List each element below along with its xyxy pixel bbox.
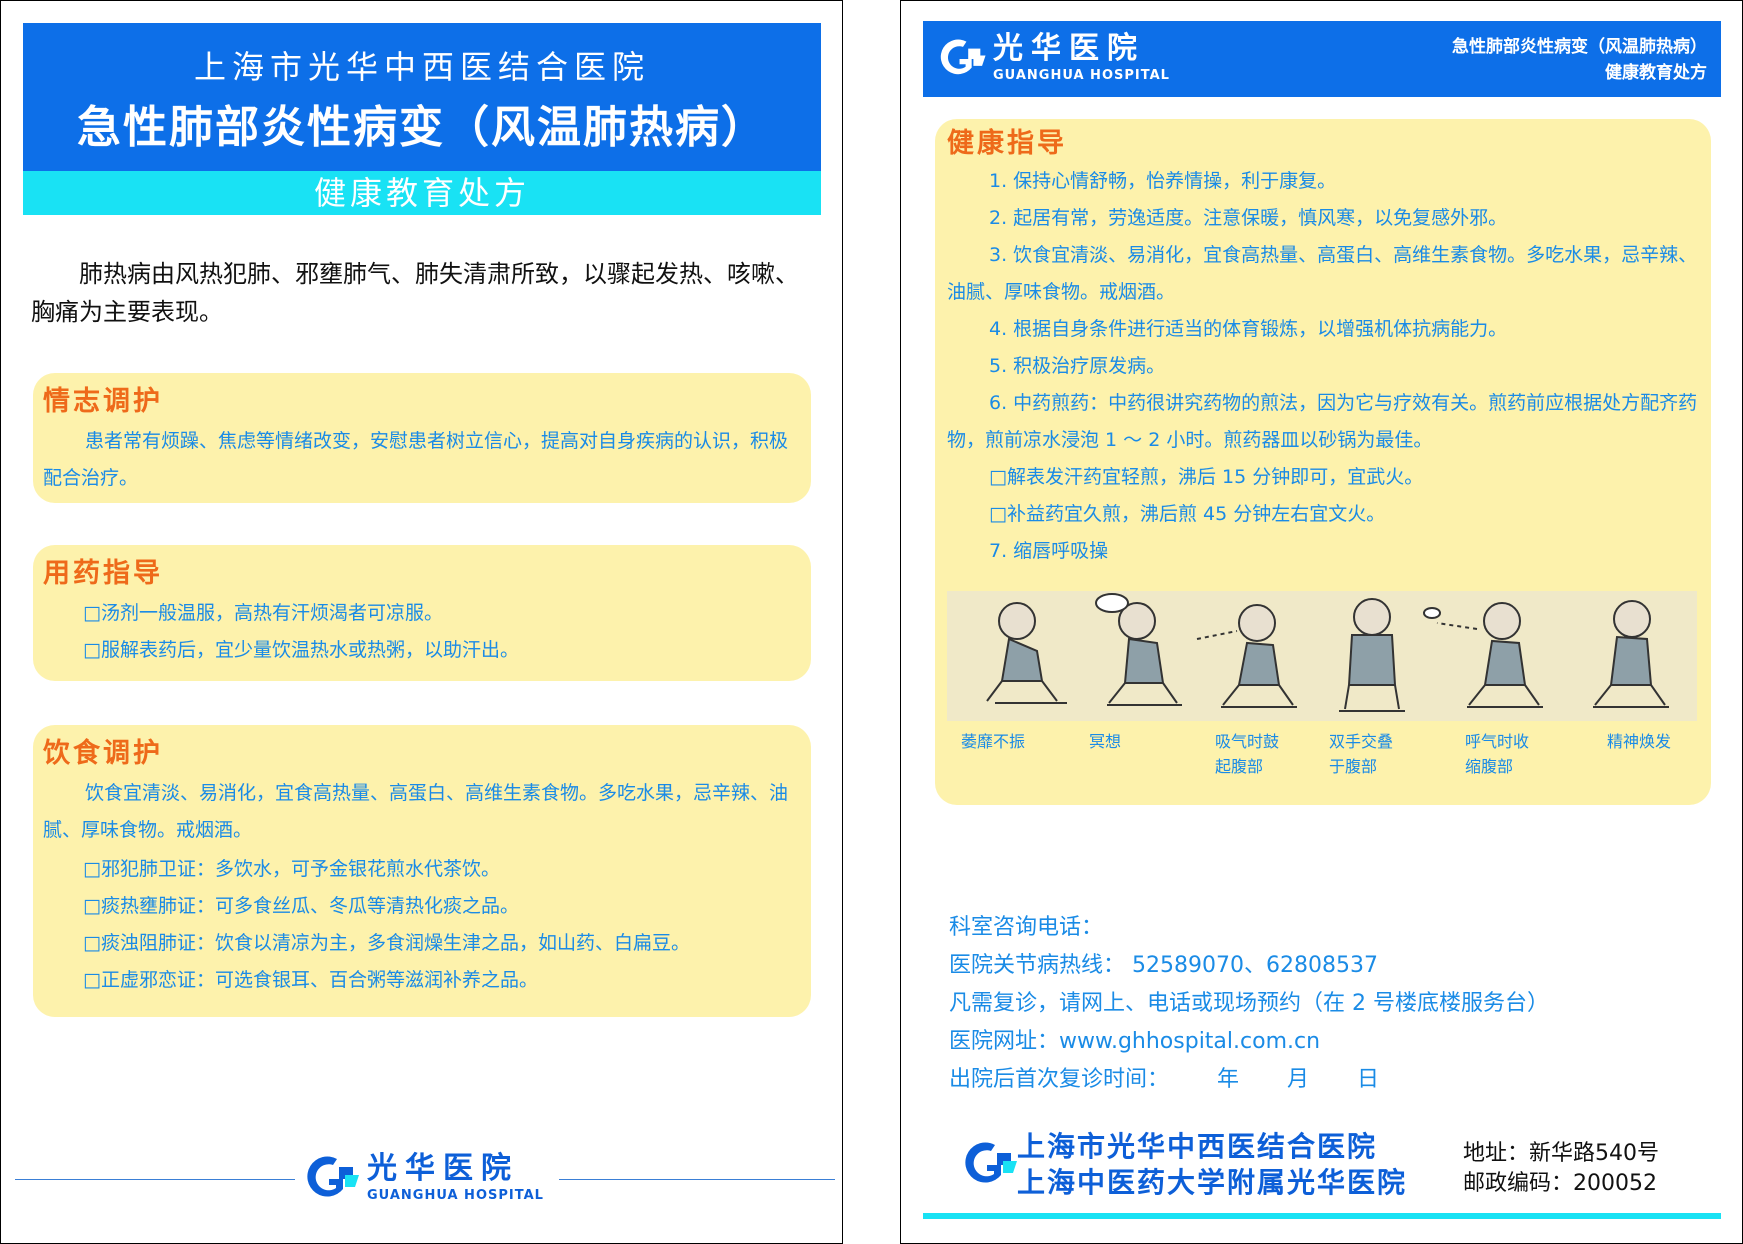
footer-rule-right — [559, 1179, 835, 1180]
emotion-care-box: 情志调护 患者常有烦躁、焦虑等情绪改变，安慰患者树立信心，提高对自身疾病的认识，… — [33, 373, 811, 503]
followup-date: 出院后首次复诊时间： 年 月 日 — [949, 1061, 1549, 1099]
section-text: 饮食宜清淡、易消化，宜食高热量、高蛋白、高维生素食物。多吃水果，忌辛辣、油腻、厚… — [43, 782, 789, 841]
caption-line: 双手交叠 — [1329, 732, 1394, 751]
guide-item: 6. 中药煎药：中药很讲究药物的煎法，因为它与疗效有关。煎药前应根据处方配齐药物… — [947, 392, 1698, 451]
left-page: 上海市光华中西医结合医院 急性肺部炎性病变（风温肺热病） 健康教育处方 肺热病由… — [0, 0, 843, 1244]
caption-line: 吸气时鼓 — [1215, 732, 1280, 751]
address-block: 地址：新华路540号 邮政编码：200052 — [1463, 1139, 1659, 1199]
bottom-cyan-rule — [923, 1213, 1721, 1219]
guide-item: 3. 饮食宜清淡、易消化，宜食高热量、高蛋白、高维生素食物。多吃水果，忌辛辣、油… — [947, 244, 1698, 303]
header-banner: 光华医院 GUANGHUA HOSPITAL 急性肺部炎性病变（风温肺热病） 健… — [923, 21, 1721, 97]
figure-caption: 冥想 — [1089, 729, 1199, 754]
address: 地址：新华路540号 — [1463, 1141, 1659, 1166]
appointment-note: 凡需复诊，请网上、电话或现场预约（在 2 号楼底楼服务台） — [949, 991, 1549, 1016]
hospital-name: 上海市光华中西医结合医院 — [193, 48, 650, 86]
seated-figures-image — [986, 593, 1669, 712]
hospital-logo-icon — [965, 1142, 1017, 1183]
guide-item: 2. 起居有常，劳逸适度。注意保暖，慎风寒，以免复感外邪。 — [989, 207, 1508, 229]
logo-cn: 光华医院 — [993, 31, 1145, 66]
hotline: 医院关节病热线： 52589070、62808537 — [949, 953, 1378, 978]
caption-line: 呼气时收 — [1465, 732, 1530, 751]
guide-item: 4. 根据自身条件进行适当的体育锻炼，以增强机体抗病能力。 — [989, 318, 1508, 340]
bottom-logo — [961, 1137, 1021, 1197]
logo-cn: 光华医院 — [367, 1151, 519, 1186]
caption-line: 精神焕发 — [1607, 732, 1672, 751]
hospital-names: 上海市光华中西医结合医院 上海中医药大学附属光华医院 — [1017, 1129, 1407, 1201]
consult-phone-label: 科室咨询电话： — [949, 915, 1104, 940]
guide-item: □解表发汗药宜轻煎，沸后 15 分钟即可，宜武火。 — [989, 466, 1424, 488]
month-label: 月 — [1287, 1067, 1310, 1092]
right-page: 光华医院 GUANGHUA HOSPITAL 急性肺部炎性病变（风温肺热病） 健… — [900, 0, 1743, 1244]
header-disease: 急性肺部炎性病变（风温肺热病） — [1452, 37, 1707, 57]
caption-line: 萎靡不振 — [961, 732, 1026, 751]
breathing-exercise-illustration — [947, 591, 1697, 721]
section-list: □邪犯肺卫证：多饮水，可予金银花煎水代茶饮。 □痰热壅肺证：可多食丝瓜、冬瓜等清… — [83, 851, 803, 999]
medication-guide-box: 用药指导 □汤剂一般温服，高热有汗烦渴者可凉服。 □服解表药后，宜少量饮温热水或… — [33, 545, 811, 681]
logo-en: GUANGHUA HOSPITAL — [993, 68, 1170, 83]
disease-title: 急性肺部炎性病变（风温肺热病） — [77, 102, 767, 153]
list-item: □正虚邪恋证：可选食银耳、百合粥等滋润补养之品。 — [83, 969, 538, 991]
guide-list: 1. 保持心情舒畅，怡养情操，利于康复。 2. 起居有常，劳逸适度。注意保暖，慎… — [947, 163, 1707, 570]
header-subtitle: 健康教育处方 — [1605, 63, 1707, 83]
section-text: 患者常有烦躁、焦虑等情绪改变，安慰患者树立信心，提高对自身疾病的认识，积极配合治… — [43, 430, 789, 489]
caption-line: 起腹部 — [1215, 757, 1264, 776]
list-item: □服解表药后，宜少量饮温热水或热粥，以助汗出。 — [83, 639, 519, 661]
followup-label: 出院后首次复诊时间： — [949, 1067, 1170, 1092]
guide-item: 1. 保持心情舒畅，怡养情操，利于康复。 — [989, 170, 1337, 192]
intro-paragraph: 肺热病由风热犯肺、邪壅肺气、肺失清肃所致，以骤起发热、咳嗽、胸痛为主要表现。 — [31, 260, 799, 326]
figure-caption: 萎靡不振 — [961, 729, 1071, 754]
list-item: □痰热壅肺证：可多食丝瓜、冬瓜等清热化痰之品。 — [83, 895, 519, 917]
section-title: 用药指导 — [43, 558, 163, 589]
caption-line: 缩腹部 — [1465, 757, 1514, 776]
day-label: 日 — [1357, 1067, 1380, 1092]
diet-care-box: 饮食调护 饮食宜清淡、易消化，宜食高热量、高蛋白、高维生素食物。多吃水果，忌辛辣… — [33, 725, 811, 1017]
caption-line: 冥想 — [1089, 732, 1122, 751]
guide-item: 7. 缩唇呼吸操 — [989, 540, 1109, 562]
logo-en: GUANGHUA HOSPITAL — [367, 1188, 544, 1203]
hospital-name-1: 上海市光华中西医结合医院 — [1017, 1130, 1378, 1163]
list-item: □邪犯肺卫证：多饮水，可予金银花煎水代茶饮。 — [83, 858, 500, 880]
hospital-logo-icon — [307, 1156, 359, 1197]
section-title: 健康指导 — [947, 128, 1067, 159]
hospital-logo-icon — [940, 39, 986, 75]
guide-item: 5. 积极治疗原发病。 — [989, 355, 1166, 377]
header-right-text: 急性肺部炎性病变（风温肺热病） 健康教育处方 — [1452, 34, 1707, 86]
footer-rule-left — [15, 1179, 295, 1180]
contact-info: 科室咨询电话： 医院关节病热线： 52589070、62808537 凡需复诊，… — [949, 909, 1549, 1099]
figure-caption: 精神焕发 — [1607, 729, 1717, 754]
section-list: □汤剂一般温服，高热有汗烦渴者可凉服。 □服解表药后，宜少量饮温热水或热粥，以助… — [83, 595, 803, 669]
list-item: □痰浊阻肺证：饮食以清凉为主，多食润燥生津之品，如山药、白扁豆。 — [83, 932, 690, 954]
section-title: 饮食调护 — [43, 738, 163, 769]
list-item: □汤剂一般温服，高热有汗烦渴者可凉服。 — [83, 602, 443, 624]
figure-caption: 吸气时鼓 起腹部 — [1215, 729, 1325, 779]
postcode: 邮政编码：200052 — [1463, 1171, 1657, 1196]
section-title: 情志调护 — [43, 386, 163, 417]
website[interactable]: 医院网址：www.ghhospital.com.cn — [949, 1023, 1549, 1061]
figure-caption: 呼气时收 缩腹部 — [1465, 729, 1575, 779]
header-banner: 上海市光华中西医结合医院 急性肺部炎性病变（风温肺热病） — [23, 23, 821, 171]
subtitle-bar: 健康教育处方 — [23, 171, 821, 215]
guide-item: □补益药宜久煎，沸后煎 45 分钟左右宜文火。 — [989, 503, 1386, 525]
figure-caption: 双手交叠 于腹部 — [1329, 729, 1439, 779]
caption-line: 于腹部 — [1329, 757, 1378, 776]
year-label: 年 — [1217, 1067, 1240, 1092]
hospital-name-2: 上海中医药大学附属光华医院 — [1017, 1166, 1408, 1199]
